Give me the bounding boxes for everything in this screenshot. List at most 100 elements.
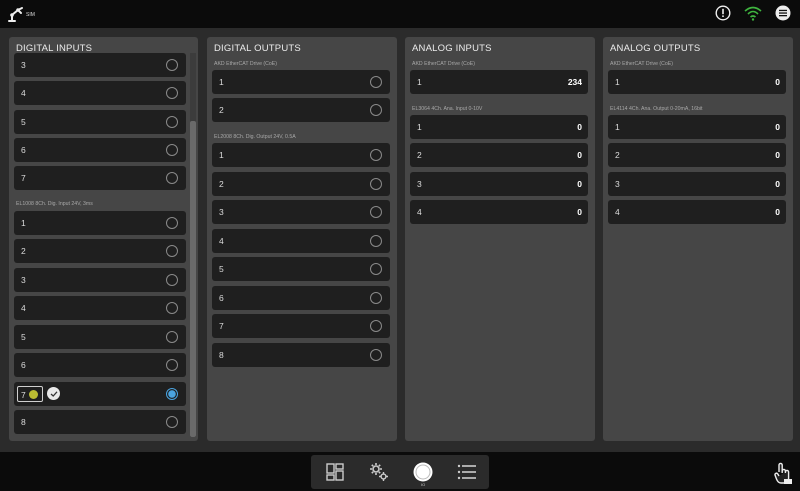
confirm-button[interactable] (47, 387, 60, 400)
radio-indicator (166, 172, 178, 184)
list-item[interactable]: 10 (410, 115, 588, 139)
list-item-editing[interactable]: 7 (14, 382, 186, 406)
section-label: AKD EtherCAT Drive (CoE) (610, 61, 673, 67)
robot-arm-icon (8, 7, 23, 22)
section-label: EL2008 8Ch. Dig. Output 24V, 0.5A (214, 134, 296, 140)
list-item[interactable]: 20 (410, 143, 588, 167)
list-item[interactable]: 7 (212, 314, 390, 338)
list-item[interactable]: 40 (608, 200, 786, 224)
alert-icon[interactable] (714, 4, 732, 22)
radio-indicator (370, 104, 382, 116)
radio-indicator (166, 416, 178, 428)
panel-title: DIGITAL OUTPUTS (214, 43, 301, 54)
check-icon (50, 390, 57, 397)
section-label: EL4114 4Ch. Ana. Output 0-20mA, 16bit (610, 106, 703, 112)
value-readout: 0 (775, 77, 780, 87)
radio-indicator (166, 245, 178, 257)
value-readout: 0 (775, 179, 780, 189)
list-item[interactable]: 5 (212, 257, 390, 281)
radio-indicator (166, 87, 178, 99)
dashboard-icon (326, 463, 344, 481)
radio-indicator (166, 144, 178, 156)
list-item[interactable]: 6 (14, 353, 186, 377)
radio-indicator (166, 331, 178, 343)
radio-indicator (166, 217, 178, 229)
section-label: EL3064 4Ch. Ana. Input 0-10V (412, 106, 483, 112)
radio-indicator (370, 76, 382, 88)
list-item[interactable]: 40 (410, 200, 588, 224)
list-item[interactable]: 3 (14, 53, 186, 77)
list-item[interactable]: 2 (212, 172, 390, 196)
radio-indicator (166, 116, 178, 128)
list-button[interactable] (447, 455, 487, 489)
radio-indicator (370, 349, 382, 361)
radio-indicator (166, 59, 178, 71)
list-item[interactable]: 3 (212, 200, 390, 224)
menu-icon[interactable] (774, 4, 792, 22)
radio-indicator (370, 235, 382, 247)
scrollbar-thumb[interactable] (190, 121, 196, 437)
list-item[interactable]: 20 (608, 143, 786, 167)
dashboard-button[interactable] (315, 455, 355, 489)
panel-title: ANALOG INPUTS (412, 43, 492, 54)
value-readout: 0 (775, 207, 780, 217)
list-item[interactable]: 3 (14, 268, 186, 292)
radio-indicator (370, 206, 382, 218)
main-area: DIGITAL INPUTS 3 4 5 6 7 EL1008 8Ch. Dig… (0, 28, 800, 452)
touch-cursor-icon (29, 390, 38, 399)
value-edit-field[interactable]: 7 (17, 386, 43, 402)
radio-indicator (166, 359, 178, 371)
radio-indicator (370, 149, 382, 161)
list-item[interactable]: 10 (608, 70, 786, 94)
list-item[interactable]: 8 (14, 410, 186, 434)
radio-indicator (370, 320, 382, 332)
list-icon (457, 464, 476, 480)
list-item[interactable]: 1 (212, 143, 390, 167)
radio-indicator (370, 263, 382, 275)
radio-indicator (370, 292, 382, 304)
list-item[interactable]: 10 (608, 115, 786, 139)
digital-inputs-panel: DIGITAL INPUTS 3 4 5 6 7 EL1008 8Ch. Dig… (9, 37, 198, 441)
section-label: AKD EtherCAT Drive (CoE) (412, 61, 475, 67)
list-item[interactable]: 6 (212, 286, 390, 310)
settings-button[interactable] (359, 455, 399, 489)
radio-indicator (166, 302, 178, 314)
value-readout: 0 (577, 122, 582, 132)
section-label: AKD EtherCAT Drive (CoE) (214, 61, 277, 67)
list-item[interactable]: 30 (608, 172, 786, 196)
list-item[interactable]: 1 (14, 211, 186, 235)
section-label: EL1008 8Ch. Dig. Input 24V, 3ms (16, 201, 93, 207)
analog-outputs-panel: ANALOG OUTPUTS AKD EtherCAT Drive (CoE) … (603, 37, 793, 441)
list-item[interactable]: 30 (410, 172, 588, 196)
list-item[interactable]: 1 (212, 70, 390, 94)
io-label: IO (421, 482, 426, 487)
radio-indicator-active (166, 388, 178, 400)
list-item[interactable]: 2 (14, 239, 186, 263)
list-item[interactable]: 4 (212, 229, 390, 253)
top-bar: SIM (0, 0, 800, 28)
value-readout: 0 (775, 150, 780, 160)
app-logo: SIM (6, 4, 36, 24)
radio-indicator (166, 274, 178, 286)
value-readout: 0 (577, 207, 582, 217)
list-item[interactable]: 4 (14, 296, 186, 320)
touch-mode-icon[interactable] (772, 462, 794, 486)
list-item[interactable]: 4 (14, 81, 186, 105)
list-item[interactable]: 6 (14, 138, 186, 162)
digital-outputs-panel: DIGITAL OUTPUTS AKD EtherCAT Drive (CoE)… (207, 37, 397, 441)
value-readout: 0 (577, 179, 582, 189)
list-item[interactable]: 2 (212, 98, 390, 122)
radio-indicator (370, 178, 382, 190)
settings-gears-icon (370, 463, 388, 481)
list-item[interactable]: 8 (212, 343, 390, 367)
panel-title: ANALOG OUTPUTS (610, 43, 701, 54)
wifi-icon[interactable] (744, 4, 762, 22)
list-item[interactable]: 5 (14, 325, 186, 349)
list-item[interactable]: 5 (14, 110, 186, 134)
value-readout: 0 (775, 122, 780, 132)
list-item[interactable]: 1 234 (410, 70, 588, 94)
list-item[interactable]: 7 (14, 166, 186, 190)
analog-inputs-panel: ANALOG INPUTS AKD EtherCAT Drive (CoE) 1… (405, 37, 595, 441)
bottom-dock: IO (311, 455, 489, 489)
io-button[interactable]: IO (403, 455, 443, 489)
